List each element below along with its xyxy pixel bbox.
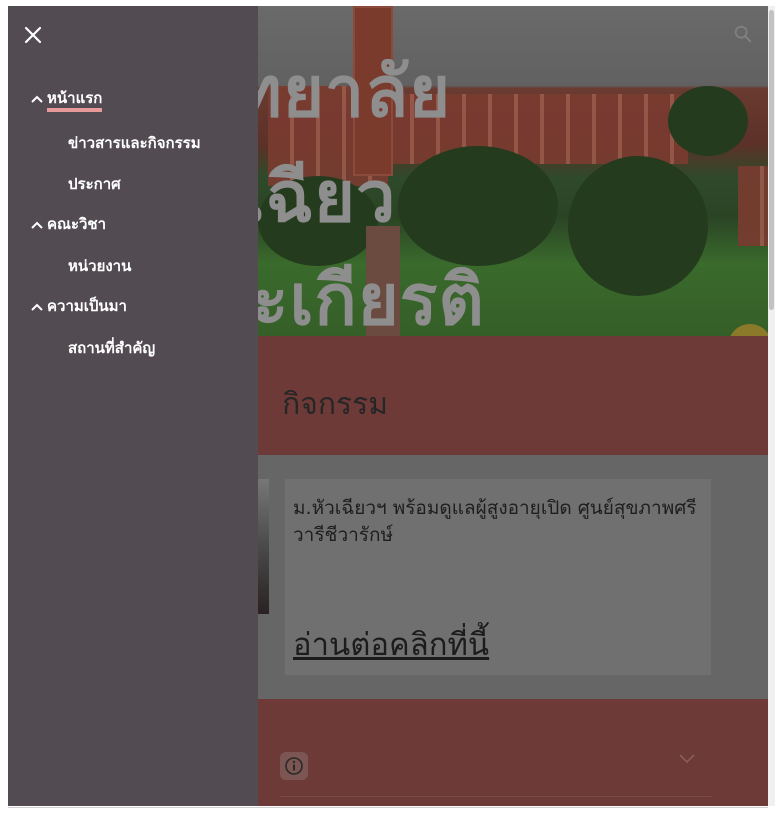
nav-item-faculties[interactable]: คณะวิชา: [30, 212, 106, 236]
chevron-up-icon[interactable]: [30, 220, 44, 230]
nav-item-label: คณะวิชา: [47, 215, 107, 233]
nav-item-label: ประกาศ: [68, 175, 121, 193]
nav-item-label: สถานที่สำคัญ: [68, 339, 156, 357]
window-bottom-edge: [0, 806, 782, 819]
read-more-link[interactable]: อ่านต่อคลิกที่นี้: [293, 619, 489, 669]
hero-badge: [728, 324, 768, 336]
nav-item-announcements[interactable]: ประกาศ: [68, 172, 121, 196]
search-icon[interactable]: [732, 23, 754, 45]
nav-item-landmarks[interactable]: สถานที่สำคัญ: [68, 336, 155, 360]
footer-divider: [280, 796, 712, 797]
scrollbar[interactable]: [768, 6, 775, 806]
close-icon[interactable]: [22, 24, 44, 46]
chevron-up-icon[interactable]: [30, 94, 44, 104]
navigation-drawer: หน้าแรก ข่าวสารและกิจกรรม ประกาศ คณะวิชา…: [8, 6, 258, 806]
nav-item-home[interactable]: หน้าแรก: [30, 86, 103, 112]
page-frame: หาวิทยาลัย หัวเฉียว มพระเกียรติ กิจกรรม …: [8, 6, 768, 806]
nav-item-departments[interactable]: หน่วยงาน: [68, 254, 131, 278]
nav-item-label: ข่าวสารและกิจกรรม: [68, 134, 201, 152]
info-icon[interactable]: [280, 752, 308, 780]
hero-building: [738, 166, 768, 246]
nav-item-news-activities[interactable]: ข่าวสารและกิจกรรม: [68, 131, 201, 155]
chevron-up-icon[interactable]: [30, 302, 44, 312]
news-card: ม.หัวเฉียวฯ พร้อมดูแลผู้สูงอายุเปิด ศูนย…: [285, 479, 711, 675]
hero-tree: [568, 156, 708, 296]
hero-tree: [668, 86, 748, 156]
scrollbar-thumb[interactable]: [769, 10, 774, 310]
chevron-down-icon[interactable]: [678, 753, 696, 765]
nav-item-history[interactable]: ความเป็นมา: [30, 294, 127, 318]
nav-item-label: ความเป็นมา: [47, 297, 127, 315]
nav-item-label: หน้าแรก: [47, 89, 103, 112]
news-card-text: ม.หัวเฉียวฯ พร้อมดูแลผู้สูงอายุเปิด ศูนย…: [293, 497, 697, 546]
nav-item-label: หน่วยงาน: [68, 257, 132, 275]
